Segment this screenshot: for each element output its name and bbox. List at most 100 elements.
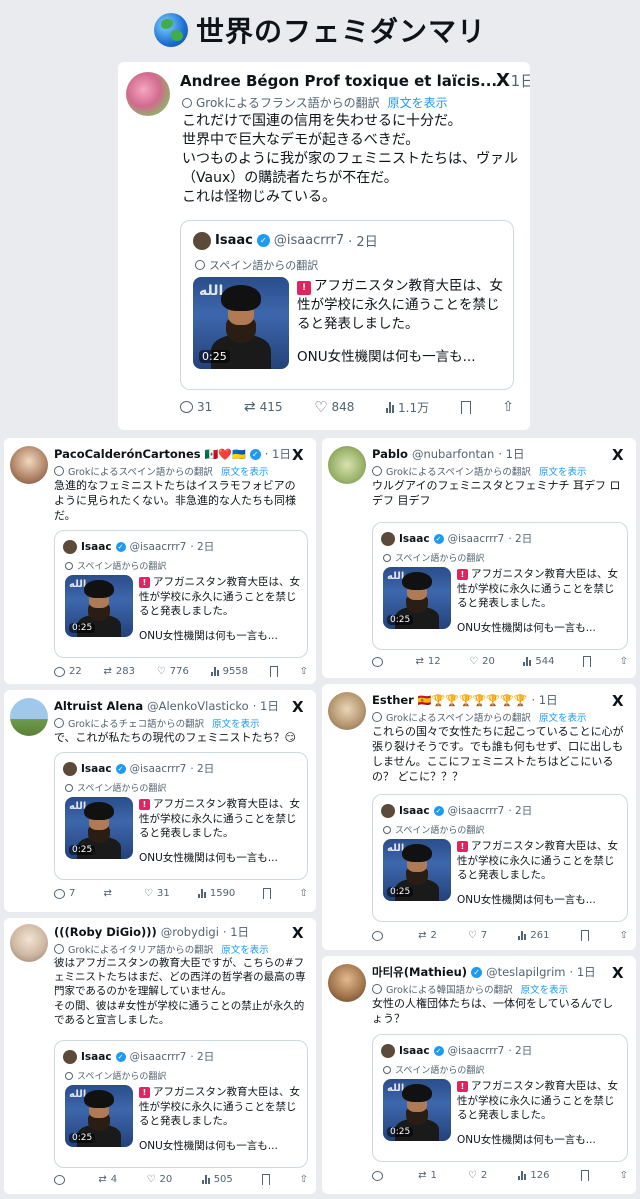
share-button[interactable]: ⇧ bbox=[300, 888, 308, 899]
show-original-link[interactable]: 原文を表示 bbox=[212, 716, 260, 730]
author-name[interactable]: 마티유(Mathieu) bbox=[372, 964, 467, 980]
x-logo-icon[interactable]: X bbox=[292, 698, 304, 716]
avatar[interactable] bbox=[328, 446, 366, 484]
tweet-time[interactable]: · 1日 bbox=[570, 964, 596, 980]
avatar[interactable] bbox=[328, 692, 366, 730]
quoted-tweet[interactable]: Isaac ✓ @isaacrrr7 · 2日 スペイン語からの翻訳 الله … bbox=[54, 1040, 308, 1168]
share-button[interactable]: ⇧ bbox=[620, 930, 628, 941]
tweet-time[interactable]: · 1日 bbox=[253, 698, 279, 714]
video-thumbnail[interactable]: الله 0:25 bbox=[65, 797, 133, 859]
avatar[interactable] bbox=[10, 698, 48, 736]
x-logo-icon[interactable]: X bbox=[612, 692, 624, 710]
avatar[interactable] bbox=[10, 924, 48, 962]
like-button[interactable]: ♡ 20 bbox=[469, 656, 495, 667]
video-thumbnail[interactable]: الله 0:25 bbox=[383, 839, 451, 901]
show-original-link[interactable]: 原文を表示 bbox=[388, 94, 448, 111]
quoted-tweet[interactable]: Isaac ✓ @isaacrrr7 · 2日 スペイン語からの翻訳 الله … bbox=[372, 1034, 628, 1162]
tweet-time[interactable]: · 1日 bbox=[531, 692, 557, 708]
tweet-time[interactable]: · 1日 bbox=[265, 446, 291, 462]
quoted-tweet[interactable]: Isaac ✓ @isaacrrr7 · 2日 スペイン語からの翻訳 الله … bbox=[54, 752, 308, 880]
tweet-card[interactable]: (((Roby DiGio))) @robydigi · 1日 X Grokによ… bbox=[4, 918, 316, 1194]
share-button[interactable]: ⇧ bbox=[620, 1170, 628, 1181]
show-original-link[interactable]: 原文を表示 bbox=[539, 710, 587, 724]
show-original-link[interactable]: 原文を表示 bbox=[221, 464, 269, 478]
reply-button[interactable] bbox=[372, 1170, 387, 1181]
x-logo-icon[interactable]: X bbox=[292, 446, 304, 464]
share-button[interactable]: ⇧ bbox=[620, 656, 628, 667]
author-handle[interactable]: @AlenkoVlasticko bbox=[147, 699, 249, 713]
tweet-card[interactable]: 마티유(Mathieu) ✓ @teslapilgrim · 1日 X Grok… bbox=[322, 956, 636, 1194]
bookmark-button[interactable] bbox=[460, 400, 471, 414]
repost-button[interactable]: ⇄ 12 bbox=[416, 656, 441, 667]
author-name[interactable]: Pablo bbox=[372, 447, 408, 461]
reply-button[interactable] bbox=[372, 930, 387, 941]
like-button[interactable]: ♡ 2 bbox=[468, 1170, 487, 1181]
repost-button[interactable]: ⇄ 283 bbox=[104, 666, 135, 677]
reply-button[interactable] bbox=[372, 656, 387, 667]
x-logo-icon[interactable]: X bbox=[496, 70, 510, 91]
avatar[interactable] bbox=[10, 446, 48, 484]
views-button[interactable]: 544 bbox=[523, 656, 555, 667]
quoted-tweet[interactable]: Isaac ✓ @isaacrrr7 · 2日 スペイン語からの翻訳 الله … bbox=[372, 522, 628, 650]
video-thumbnail[interactable]: الله 0:25 bbox=[193, 277, 289, 369]
author-name[interactable]: Andree Bégon Prof toxique et laïcis... bbox=[180, 72, 497, 90]
x-logo-icon[interactable]: X bbox=[612, 446, 624, 464]
tweet-card[interactable]: Pablo @nubarfontan · 1日 X Grokによるスペイン語から… bbox=[322, 438, 636, 678]
avatar[interactable] bbox=[328, 964, 366, 1002]
reply-button[interactable]: 7 bbox=[54, 888, 75, 899]
reply-button[interactable] bbox=[54, 1174, 69, 1185]
like-button[interactable]: ♡ 20 bbox=[147, 1174, 173, 1185]
repost-button[interactable]: ⇄ bbox=[104, 888, 116, 899]
like-button[interactable]: ♡ 7 bbox=[468, 930, 487, 941]
author-name[interactable]: Esther bbox=[372, 693, 414, 707]
author-handle[interactable]: @teslapilgrim bbox=[486, 965, 565, 979]
views-button[interactable]: 126 bbox=[518, 1170, 549, 1181]
author-name[interactable]: PacoCalderónCartones bbox=[54, 447, 201, 461]
repost-button[interactable]: ⇄ 415 bbox=[244, 399, 283, 415]
author-name[interactable]: Altruist Alena bbox=[54, 699, 143, 713]
bookmark-button[interactable] bbox=[262, 1174, 271, 1185]
quoted-tweet[interactable]: Isaac ✓ @isaacrrr7 · 2日 スペイン語からの翻訳 الله … bbox=[54, 530, 308, 658]
bookmark-button[interactable] bbox=[269, 666, 278, 677]
tweet-time[interactable]: · 1日 bbox=[498, 446, 524, 462]
author-handle[interactable]: @nubarfontan bbox=[412, 447, 494, 461]
video-thumbnail[interactable]: الله 0:25 bbox=[65, 575, 133, 637]
like-button[interactable]: ♡ 776 bbox=[157, 666, 189, 677]
bookmark-button[interactable] bbox=[580, 930, 589, 941]
x-logo-icon[interactable]: X bbox=[292, 924, 304, 942]
main-tweet-card[interactable]: Andree Bégon Prof toxique et laïcis... ·… bbox=[118, 62, 530, 430]
author-name[interactable]: (((Roby DiGio))) bbox=[54, 925, 157, 939]
views-button[interactable]: 9558 bbox=[210, 666, 248, 677]
views-button[interactable]: 261 bbox=[518, 930, 549, 941]
author-handle[interactable]: @robydigi bbox=[161, 925, 219, 939]
tweet-time[interactable]: · 1日 bbox=[223, 924, 249, 940]
video-thumbnail[interactable]: الله 0:25 bbox=[65, 1085, 133, 1147]
repost-button[interactable]: ⇄ 2 bbox=[418, 930, 437, 941]
video-thumbnail[interactable]: الله 0:25 bbox=[383, 567, 451, 629]
bookmark-button[interactable] bbox=[580, 1170, 589, 1181]
reply-button[interactable]: 22 bbox=[54, 666, 82, 677]
quoted-tweet[interactable]: Isaac ✓ @isaacrrr7 · 2日 スペイン語からの翻訳 الله … bbox=[372, 794, 628, 922]
reply-button[interactable]: 31 bbox=[180, 400, 212, 414]
x-logo-icon[interactable]: X bbox=[612, 964, 624, 982]
repost-button[interactable]: ⇄ 1 bbox=[418, 1170, 437, 1181]
share-button[interactable]: ⇧ bbox=[300, 1174, 308, 1185]
bookmark-button[interactable] bbox=[263, 888, 272, 899]
show-original-link[interactable]: 原文を表示 bbox=[539, 464, 587, 478]
like-button[interactable]: ♡ 31 bbox=[144, 888, 170, 899]
show-original-link[interactable]: 原文を表示 bbox=[521, 982, 569, 996]
avatar[interactable] bbox=[126, 72, 170, 116]
tweet-card[interactable]: Altruist Alena @AlenkoVlasticko · 1日 X G… bbox=[4, 690, 316, 912]
quoted-tweet[interactable]: Isaac ✓ @isaacrrr7 · 2日 スペイン語からの翻訳 الله … bbox=[180, 220, 514, 390]
share-button[interactable]: ⇧ bbox=[300, 666, 308, 677]
views-button[interactable]: 1.1万 bbox=[386, 399, 429, 416]
tweet-card[interactable]: PacoCalderónCartones 🇲🇽❤️🇺🇦 ✓ · 1日 X Gro… bbox=[4, 438, 316, 684]
tweet-card[interactable]: Esther 🇪🇸🏆🏆🏆🏆🏆🏆🏆 · 1日 X Grokによるスペイン語からの翻… bbox=[322, 684, 636, 950]
share-button[interactable]: ⇧ bbox=[502, 399, 514, 415]
show-original-link[interactable]: 原文を表示 bbox=[221, 942, 269, 956]
bookmark-button[interactable] bbox=[583, 656, 592, 667]
repost-button[interactable]: ⇄ 4 bbox=[98, 1174, 117, 1185]
views-button[interactable]: 1590 bbox=[197, 888, 235, 899]
like-button[interactable]: ♡ 848 bbox=[314, 398, 354, 416]
video-thumbnail[interactable]: الله 0:25 bbox=[383, 1079, 451, 1141]
